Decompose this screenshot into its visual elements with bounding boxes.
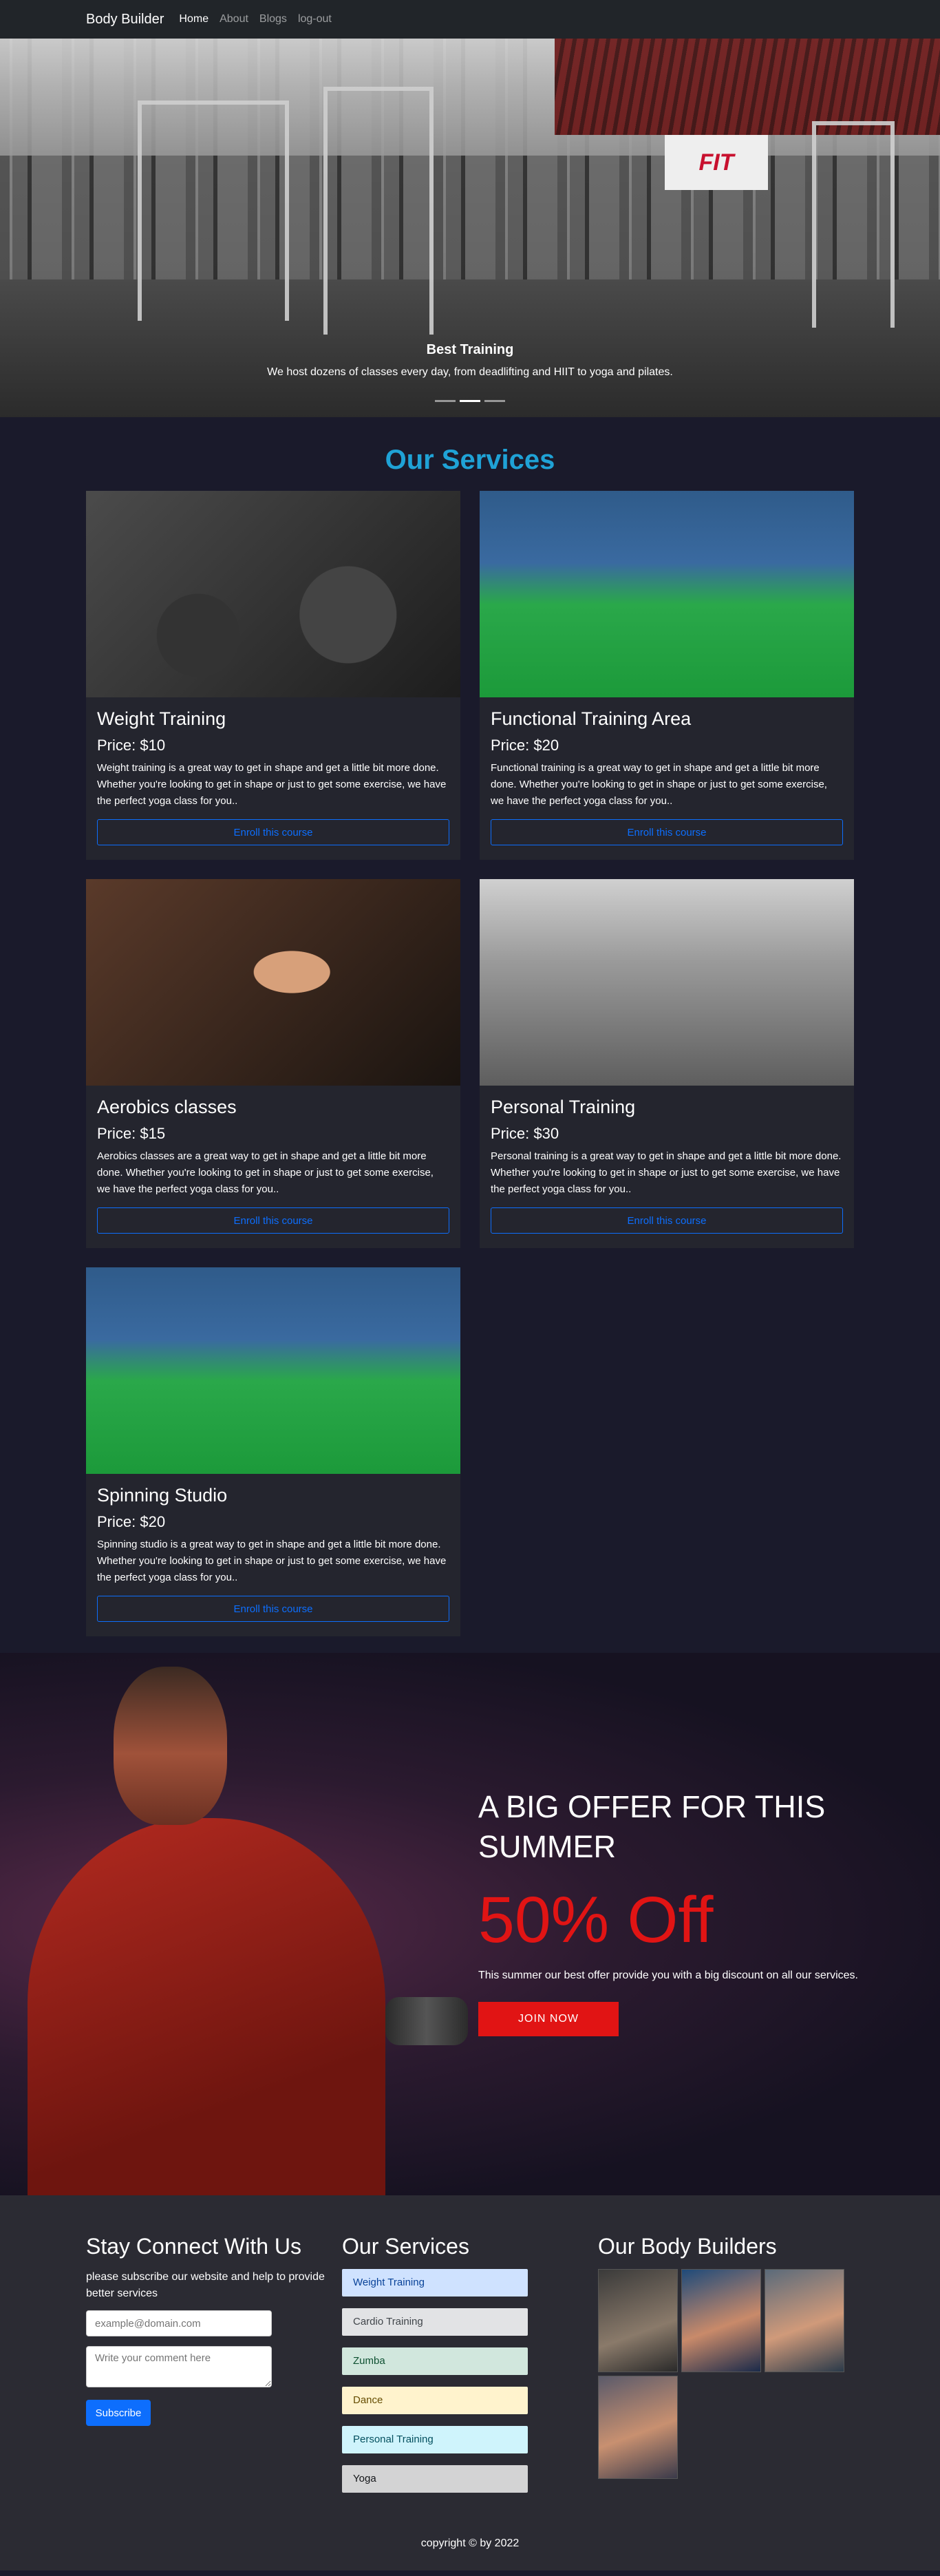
navbar: Body Builder Home About Blogs log-out bbox=[0, 0, 940, 39]
carousel-indicator[interactable] bbox=[484, 400, 505, 402]
footer-service-item[interactable]: Dance bbox=[342, 2387, 528, 2414]
hero-carousel: FIT Best Training We host dozens of clas… bbox=[0, 39, 940, 417]
service-title: Weight Training bbox=[97, 708, 226, 729]
copyright: copyright © by 2022 bbox=[420, 2537, 520, 2549]
nav-link-home[interactable]: Home bbox=[179, 13, 209, 25]
service-card: Functional Training Area Price: $20 Func… bbox=[480, 491, 854, 860]
nav-link-logout[interactable]: log-out bbox=[298, 13, 332, 25]
offer-image-head bbox=[114, 1667, 227, 1825]
footer-services-column: Our Services Weight Training Cardio Trai… bbox=[342, 2234, 598, 2504]
footer-service-item[interactable]: Personal Training bbox=[342, 2426, 528, 2453]
services-section: Our Services Weight Training Price: $10 … bbox=[0, 417, 940, 1650]
hero-image-machine bbox=[323, 87, 434, 335]
email-field[interactable] bbox=[86, 2310, 272, 2336]
service-description: Spinning studio is a great way to get in… bbox=[97, 1539, 447, 1583]
hero-subtitle: We host dozens of classes every day, fro… bbox=[267, 366, 673, 378]
brand-logo[interactable]: Body Builder bbox=[86, 12, 164, 28]
footer-service-item[interactable]: Cardio Training bbox=[342, 2308, 528, 2336]
service-title: Spinning Studio bbox=[97, 1485, 228, 1506]
service-description: Weight training is a great way to get in… bbox=[97, 762, 447, 807]
builder-photo bbox=[598, 2269, 678, 2372]
service-card: Spinning Studio Price: $20 Spinning stud… bbox=[86, 1267, 460, 1636]
service-price: Price: $15 bbox=[97, 1125, 166, 1142]
offer-heading: A BIG OFFER FOR THIS SUMMER bbox=[478, 1789, 826, 1864]
service-card: Aerobics classes Price: $15 Aerobics cla… bbox=[86, 879, 460, 1248]
footer-service-item[interactable]: Zumba bbox=[342, 2347, 528, 2375]
summer-offer-section: A BIG OFFER FOR THIS SUMMER 50% Off This… bbox=[0, 1653, 940, 2195]
offer-discount: 50% Off bbox=[478, 1883, 714, 1956]
comment-field[interactable] bbox=[86, 2346, 272, 2387]
offer-image-torso bbox=[28, 1818, 385, 2195]
service-price: Price: $10 bbox=[97, 737, 166, 754]
hero-caption: Best Training We host dozens of classes … bbox=[0, 342, 940, 379]
hero-title: Best Training bbox=[426, 342, 514, 357]
footer: Stay Connect With Us please subscribe ou… bbox=[0, 2195, 940, 2570]
builder-photo bbox=[765, 2269, 844, 2372]
service-price: Price: $30 bbox=[491, 1125, 559, 1142]
hero-image-machine bbox=[812, 121, 895, 328]
enroll-button[interactable]: Enroll this course bbox=[97, 1596, 449, 1622]
service-description: Functional training is a great way to ge… bbox=[491, 762, 827, 807]
footer-services-list: Weight Training Cardio Training Zumba Da… bbox=[342, 2269, 598, 2493]
hero-image-sign: FIT bbox=[665, 135, 768, 190]
services-grid: Weight Training Price: $10 Weight traini… bbox=[86, 491, 854, 1636]
service-title: Functional Training Area bbox=[491, 708, 692, 729]
enroll-button[interactable]: Enroll this course bbox=[491, 819, 843, 845]
service-price: Price: $20 bbox=[97, 1513, 166, 1530]
footer-connect-column: Stay Connect With Us please subscribe ou… bbox=[86, 2234, 342, 2504]
offer-image bbox=[0, 1653, 468, 2195]
service-image bbox=[86, 879, 460, 1086]
service-image bbox=[86, 1267, 460, 1474]
service-card: Weight Training Price: $10 Weight traini… bbox=[86, 491, 460, 860]
hero-image-machine bbox=[138, 101, 289, 321]
hero-image-ceiling-red bbox=[555, 39, 940, 135]
offer-description: This summer our best offer provide you w… bbox=[478, 1970, 858, 1981]
offer-content: A BIG OFFER FOR THIS SUMMER 50% Off This… bbox=[478, 1787, 864, 2036]
subscribe-button[interactable]: Subscribe bbox=[86, 2400, 151, 2426]
service-description: Aerobics classes are a great way to get … bbox=[97, 1150, 434, 1195]
service-description: Personal training is a great way to get … bbox=[491, 1150, 842, 1195]
service-image bbox=[86, 491, 460, 697]
services-heading: Our Services bbox=[385, 445, 555, 475]
service-image bbox=[480, 879, 854, 1086]
builders-heading: Our Body Builders bbox=[598, 2234, 777, 2259]
builders-gallery bbox=[598, 2269, 846, 2479]
builder-photo bbox=[598, 2376, 678, 2479]
dumbbell-icon bbox=[385, 1997, 468, 2045]
service-price: Price: $20 bbox=[491, 737, 559, 754]
join-now-button[interactable]: JOIN NOW bbox=[478, 2002, 619, 2036]
service-title: Personal Training bbox=[491, 1097, 636, 1117]
footer-builders-column: Our Body Builders bbox=[598, 2234, 854, 2504]
nav-link-about[interactable]: About bbox=[220, 13, 248, 25]
footer-service-item[interactable]: Weight Training bbox=[342, 2269, 528, 2297]
connect-intro: please subscribe our website and help to… bbox=[86, 2271, 325, 2299]
service-image bbox=[480, 491, 854, 697]
enroll-button[interactable]: Enroll this course bbox=[491, 1207, 843, 1234]
footer-services-heading: Our Services bbox=[342, 2234, 469, 2259]
carousel-indicator[interactable] bbox=[435, 400, 456, 402]
connect-heading: Stay Connect With Us bbox=[86, 2234, 301, 2259]
carousel-indicators bbox=[0, 400, 940, 402]
enroll-button[interactable]: Enroll this course bbox=[97, 1207, 449, 1234]
service-card: Personal Training Price: $30 Personal tr… bbox=[480, 879, 854, 1248]
service-title: Aerobics classes bbox=[97, 1097, 237, 1117]
builder-photo bbox=[681, 2269, 761, 2372]
carousel-indicator-active[interactable] bbox=[460, 400, 480, 402]
nav-link-blogs[interactable]: Blogs bbox=[259, 13, 287, 25]
enroll-button[interactable]: Enroll this course bbox=[97, 819, 449, 845]
footer-service-item[interactable]: Yoga bbox=[342, 2465, 528, 2493]
